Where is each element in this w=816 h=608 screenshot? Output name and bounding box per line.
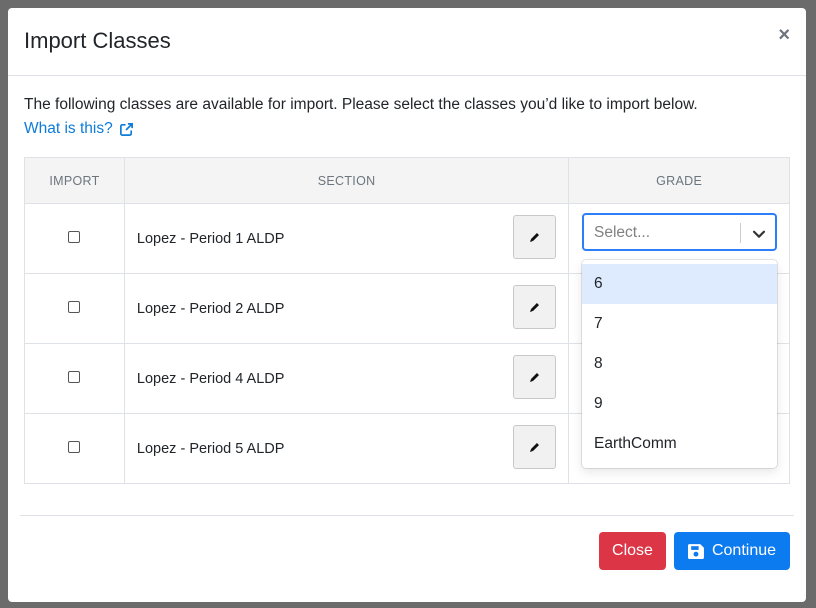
continue-button-label: Continue bbox=[711, 542, 777, 559]
header-grade: GRADE bbox=[568, 157, 790, 204]
edit-section-button[interactable] bbox=[513, 215, 557, 259]
dialog-header: Import Classes × bbox=[8, 8, 806, 76]
section-cell: Lopez - Period 1 ALDP bbox=[123, 203, 570, 274]
close-button-label: Close bbox=[612, 542, 653, 559]
grade-select[interactable]: Select... bbox=[582, 213, 777, 251]
grade-select-placeholder: Select... bbox=[594, 224, 650, 241]
section-name: Lopez - Period 1 ALDP bbox=[136, 230, 285, 247]
grade-option[interactable]: 8 bbox=[582, 344, 777, 384]
edit-section-button[interactable] bbox=[513, 355, 557, 399]
what-is-this-label: What is this? bbox=[24, 120, 113, 137]
import-checkbox[interactable] bbox=[68, 440, 81, 453]
external-link-icon bbox=[119, 122, 133, 136]
grade-option[interactable]: 6 bbox=[582, 264, 777, 304]
grade-option[interactable]: EarthComm bbox=[582, 424, 777, 464]
import-checkbox[interactable] bbox=[68, 230, 81, 243]
header-import: IMPORT bbox=[24, 157, 125, 204]
section-name: Lopez - Period 5 ALDP bbox=[136, 440, 285, 457]
pencil-icon bbox=[530, 232, 540, 242]
section-name: Lopez - Period 4 ALDP bbox=[136, 370, 285, 387]
save-icon bbox=[687, 543, 704, 559]
import-cell bbox=[24, 203, 125, 274]
import-cell bbox=[24, 273, 125, 344]
section-cell: Lopez - Period 5 ALDP bbox=[123, 413, 570, 484]
import-cell bbox=[24, 413, 125, 484]
continue-button[interactable]: Continue bbox=[674, 532, 790, 570]
pencil-icon bbox=[530, 372, 540, 382]
what-is-this-link[interactable]: What is this? bbox=[24, 120, 134, 138]
import-cell bbox=[24, 343, 125, 414]
pencil-icon bbox=[530, 302, 540, 312]
section-name: Lopez - Period 2 ALDP bbox=[136, 300, 285, 317]
header-section: SECTION bbox=[123, 157, 570, 204]
intro-text: The following classes are available for … bbox=[24, 96, 698, 113]
edit-section-button[interactable] bbox=[513, 285, 557, 329]
grade-option[interactable]: 9 bbox=[582, 384, 777, 424]
table-header-row: IMPORT SECTION GRADE bbox=[24, 157, 790, 204]
close-icon[interactable]: × bbox=[778, 24, 790, 46]
grade-option[interactable]: 7 bbox=[582, 304, 777, 344]
section-cell: Lopez - Period 4 ALDP bbox=[123, 343, 570, 414]
chevron-down-icon[interactable] bbox=[750, 225, 768, 243]
edit-section-button[interactable] bbox=[513, 425, 557, 469]
import-classes-dialog: Import Classes × The following classes a… bbox=[8, 8, 806, 602]
dialog-title: Import Classes bbox=[24, 28, 171, 53]
import-checkbox[interactable] bbox=[68, 370, 81, 383]
footer-divider bbox=[20, 515, 794, 516]
close-button[interactable]: Close bbox=[599, 532, 666, 570]
grade-options-menu: 6 7 8 9 EarthComm bbox=[582, 260, 777, 468]
select-separator bbox=[740, 223, 741, 243]
section-cell: Lopez - Period 2 ALDP bbox=[123, 273, 570, 344]
import-checkbox[interactable] bbox=[68, 300, 81, 313]
pencil-icon bbox=[530, 442, 540, 452]
